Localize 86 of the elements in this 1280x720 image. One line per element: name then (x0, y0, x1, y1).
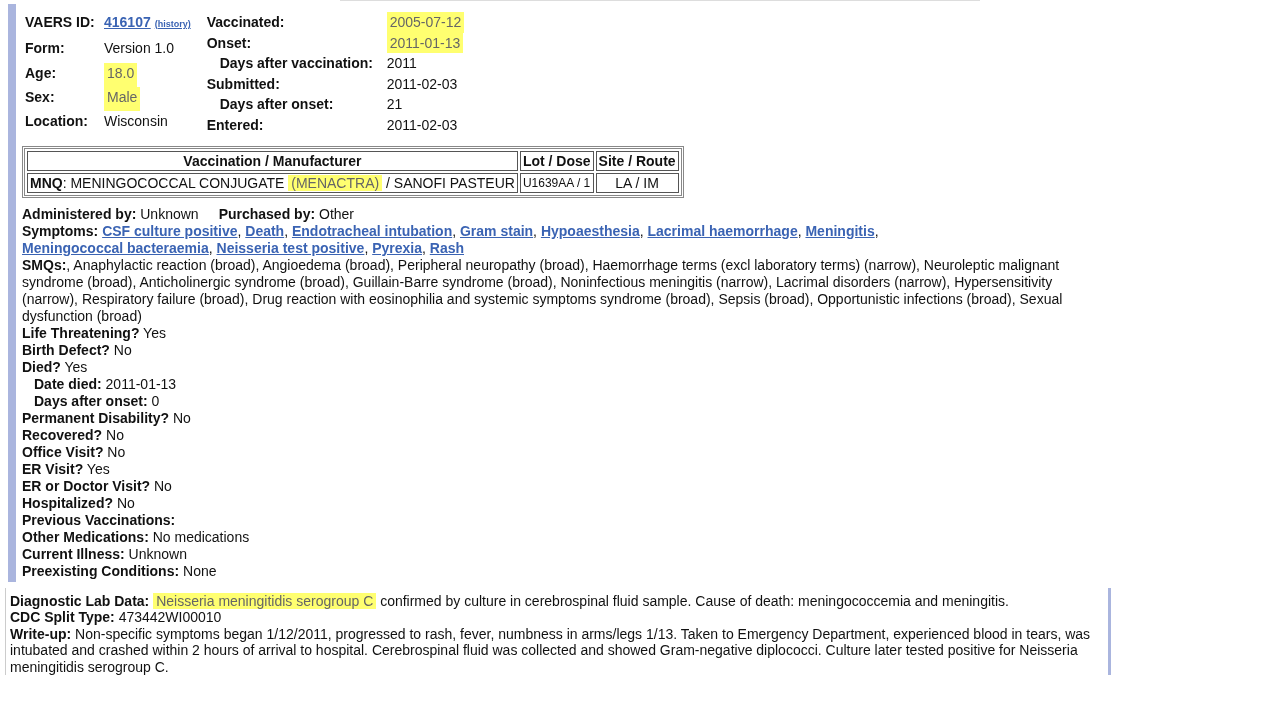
field-value: Unknown (128, 545, 187, 562)
table-cell: MNQ: MENINGOCOCCAL CONJUGATE (MENACTRA) / SANOFI PASTEUR (27, 172, 518, 193)
smq-paragraph: SMQs:, Anaphylactic reaction (broad), Angioedema (broad), Peripheral neuropathy (broad), Haemorrhage terms (excl laboratory terms) (narrow), Neuroleptic malignant syndrome (broad), Anticholinergic syndrome (broad), Guillain-Barre syndrome (broad), Noninfectious meningitis (narrow), Lacrimal disorders (narrow), Hypersensitivity (narrow), Respiratory failure (broad), Drug reaction with eosinophilia and systemic symptoms syndrome (broad), Sepsis (broad), Opportunistic infections (broad), Sexual dysfunction (broad) (22, 256, 1064, 325)
field-label: Hospitalized? (22, 494, 113, 511)
field-value: 2011-01-13 (386, 32, 464, 54)
separator: , (533, 222, 537, 239)
field-value: No (172, 409, 191, 426)
field-value: No (154, 477, 172, 494)
field-value: Yes (64, 358, 88, 375)
separator: , (208, 239, 213, 256)
field-value: No medications (152, 528, 250, 545)
field-label: Sex: (25, 87, 56, 107)
symptom-link[interactable]: Pyrexia (372, 239, 422, 256)
column-header: Lot / Dose (519, 150, 594, 171)
field-label: Recovered? (22, 426, 103, 443)
field-label: Died? (22, 358, 61, 375)
field-value: No (107, 443, 126, 460)
field-value: Yes (86, 460, 110, 477)
writeup-paragraph: Write-up: Non-specific symptoms began 1/12/2011, progressed to rash, fever, numbness in arms/legs 1/13. Taken to Emergency Department, experienced blood in tears, was intubated and crashed within 2 hours of arrival to hospital. Cerebrospinal fluid was collected and showed Gram-negative diplococci. Culture later tested positive for Neisseria meningitidis serogroup C. (10, 625, 1092, 676)
field-label: Other Medications: (22, 528, 149, 545)
field-value: 2005-07-12 (386, 12, 465, 33)
lab-data-text: Neisseria meningitidis serogroup C confirmed by culture in cerebrospinal fluid sample. Cause of death: meningococcemia and meningitis. (153, 592, 1009, 609)
symptom-link[interactable]: Rash (429, 239, 464, 256)
field-value: 0 (151, 392, 160, 409)
field-label: Birth Defect? (22, 341, 110, 358)
separator: , (237, 222, 242, 239)
field-label: Previous Vaccinations: (22, 511, 176, 528)
field-label: Days after onset: (34, 392, 148, 409)
field-label: Current Illness: (22, 545, 125, 562)
field-label: Purchased by: (218, 205, 316, 222)
field-label: Date died: (34, 375, 102, 392)
symptom-link[interactable]: Neisseria test positive (216, 239, 365, 256)
column-header: Site / Route (595, 150, 679, 171)
history-link[interactable]: (history) (154, 19, 191, 29)
field-value: 2011 (386, 54, 417, 74)
field-value: Version 1.0 (104, 39, 175, 59)
field-value: Other (319, 205, 354, 222)
field-label: Life Threatening? (22, 324, 140, 341)
field-label: CDC Split Type: (10, 609, 115, 626)
separator: , (639, 222, 644, 239)
column-header: Vaccination / Manufacturer (27, 150, 518, 171)
table-cell: U1639AA / 1 (519, 172, 594, 193)
table-cell: LA / IM (595, 172, 679, 193)
symptom-link[interactable]: Lacrimal haemorrhage (647, 222, 798, 239)
field-value: No (116, 494, 135, 511)
symptom-link[interactable]: Meningitis (805, 222, 875, 239)
separator: , (422, 239, 426, 256)
field-label: Days after onset: (218, 95, 335, 115)
field-value: Wisconsin (104, 112, 168, 132)
field-label: ER Visit? (22, 460, 84, 477)
field-label: Form: (25, 39, 66, 59)
field-value: No (106, 426, 124, 443)
field-label: Location: (25, 112, 89, 132)
field-label: Onset: (206, 33, 253, 53)
field-label: Preexisting Conditions: (22, 562, 180, 579)
field-value: Yes (143, 324, 166, 341)
field-value: 473442WI00010 (118, 609, 222, 626)
separator: , (284, 222, 289, 239)
field-label: Administered by: (22, 205, 137, 222)
field-value: Male (104, 86, 141, 112)
field-label: Submitted: (206, 74, 281, 94)
field-label: Permanent Disability? (22, 409, 170, 426)
field-label: Vaccinated: (206, 13, 286, 32)
field-label: ER or Doctor Visit? (22, 477, 151, 494)
field-label: Age: (25, 63, 58, 83)
field-value: 2011-02-03 (386, 115, 458, 135)
report-id-link[interactable]: 416107 (104, 14, 151, 30)
field-label: VAERS ID: (25, 13, 96, 32)
field-value: 21 (386, 95, 403, 115)
field-value: 2011-02-03 (386, 74, 458, 94)
field-value: 18.0 (104, 62, 138, 87)
field-label: Diagnostic Lab Data: (10, 592, 150, 609)
field-value: Unknown (140, 205, 199, 222)
separator: , (452, 222, 457, 239)
field-label: Days after vaccination: (218, 54, 374, 74)
field-label: Entered: (206, 115, 265, 135)
field-label: Office Visit? (22, 443, 104, 460)
field-value: None (183, 562, 217, 579)
field-value: No (113, 341, 132, 358)
field-value: 2011-01-13 (105, 375, 177, 392)
symptom-link[interactable]: Meningococcal bacteraemia (22, 239, 209, 256)
separator: , (874, 222, 879, 239)
symptom-link[interactable]: Hypoaesthesia (540, 222, 640, 239)
separator: , (797, 222, 802, 239)
separator: , (364, 239, 369, 256)
field-label: Symptoms: (22, 222, 99, 239)
